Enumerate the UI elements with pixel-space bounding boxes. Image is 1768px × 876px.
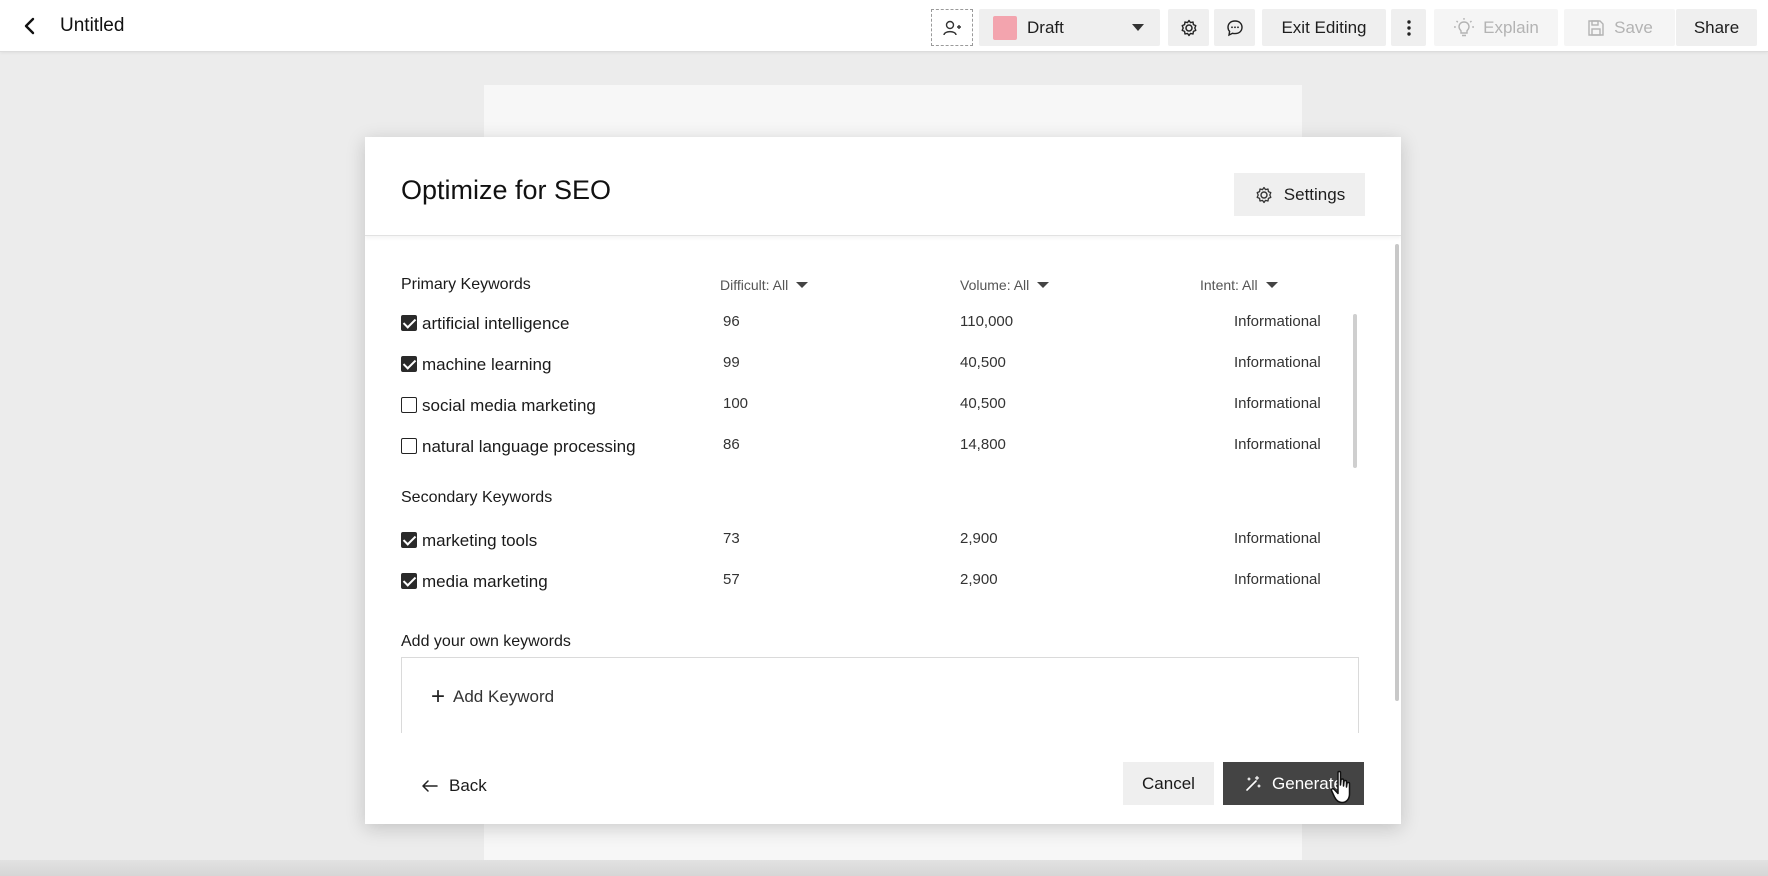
gear-icon <box>1256 186 1272 203</box>
volume-filter[interactable]: Volume: All <box>960 277 1050 293</box>
chevron-down-icon <box>1265 282 1278 288</box>
keyword-volume: 40,500 <box>960 354 1006 371</box>
add-collaborator-button[interactable] <box>931 9 973 46</box>
keyword-difficulty: 99 <box>723 354 740 371</box>
save-icon <box>1588 19 1604 36</box>
settings-gear-button[interactable] <box>1168 9 1209 46</box>
difficulty-filter[interactable]: Difficult: All <box>720 277 809 293</box>
chevron-down-icon <box>796 282 809 288</box>
exit-editing-button[interactable]: Exit Editing <box>1262 9 1386 46</box>
modal-title: Optimize for SEO <box>401 175 612 205</box>
modal-footer: Back Cancel Generate <box>365 733 1401 824</box>
keyword-intent: Informational <box>1234 395 1321 412</box>
keyword-row[interactable]: artificial intelligence 96 110,000 Infor… <box>401 309 1321 339</box>
keyword-intent: Informational <box>1234 530 1321 547</box>
secondary-keywords-heading: Secondary Keywords <box>401 489 553 506</box>
keyword-intent: Informational <box>1234 313 1321 330</box>
keyword-name: social media marketing <box>422 396 596 415</box>
lightbulb-icon <box>1454 17 1475 36</box>
share-label: Share <box>1693 17 1740 37</box>
keyword-row[interactable]: social media marketing 100 40,500 Inform… <box>401 391 1321 421</box>
arrow-left-icon <box>422 780 438 792</box>
keyword-difficulty: 96 <box>723 313 740 330</box>
keyword-intent: Informational <box>1234 436 1321 453</box>
keyword-volume: 110,000 <box>960 313 1014 330</box>
keyword-name: media marketing <box>422 572 548 591</box>
gear-icon <box>1181 19 1196 36</box>
more-vertical-icon <box>1406 19 1411 36</box>
primary-keywords-heading: Primary Keywords <box>401 276 531 293</box>
keyword-row[interactable]: natural language processing 86 14,800 In… <box>401 432 1321 462</box>
keywords-scrollbar[interactable] <box>1353 314 1357 468</box>
intent-filter[interactable]: Intent: All <box>1200 277 1278 293</box>
keyword-checkbox[interactable] <box>401 356 417 372</box>
explain-button[interactable]: Explain <box>1434 9 1558 46</box>
seo-settings-button[interactable]: Settings <box>1234 173 1365 216</box>
intent-filter-label: Intent: All <box>1200 277 1258 293</box>
own-keywords-heading: Add your own keywords <box>401 633 571 650</box>
plus-icon: + <box>431 683 446 710</box>
comment-icon <box>1226 19 1243 36</box>
settings-label: Settings <box>1283 184 1346 204</box>
keyword-checkbox[interactable] <box>401 397 417 413</box>
exit-editing-label: Exit Editing <box>1281 17 1367 37</box>
modal-scrollbar[interactable] <box>1395 244 1399 701</box>
status-label: Draft <box>1027 17 1064 37</box>
keyword-difficulty: 86 <box>723 436 740 453</box>
keyword-volume: 2,900 <box>960 571 998 588</box>
keyword-checkbox[interactable] <box>401 532 417 548</box>
hand-pointer-cursor-icon <box>1330 770 1351 804</box>
seo-modal: Optimize for SEO Settings Primary Keywor… <box>365 137 1401 824</box>
own-keywords-box: + Add Keyword <box>401 657 1359 737</box>
status-color-swatch <box>993 15 1017 40</box>
magic-wand-icon <box>1246 775 1261 791</box>
save-button[interactable]: Save <box>1564 9 1675 46</box>
back-label: Back <box>449 776 487 795</box>
top-bar: Untitled Draft Exit Editing Explain Save… <box>0 0 1768 52</box>
keyword-row[interactable]: machine learning 99 40,500 Informational <box>401 350 1321 380</box>
document-title: Untitled <box>60 15 125 36</box>
keyword-checkbox[interactable] <box>401 438 417 454</box>
add-user-icon <box>943 20 961 35</box>
difficulty-filter-label: Difficult: All <box>720 277 789 293</box>
chevron-down-icon <box>1132 24 1144 31</box>
volume-filter-label: Volume: All <box>960 277 1030 293</box>
page-bottom-edge <box>0 860 1768 876</box>
save-label: Save <box>1614 17 1653 37</box>
keyword-name: machine learning <box>422 355 552 374</box>
keyword-name: marketing tools <box>422 531 538 550</box>
keyword-intent: Informational <box>1234 354 1321 371</box>
keyword-volume: 2,900 <box>960 530 998 547</box>
modal-header: Optimize for SEO Settings <box>365 137 1401 236</box>
add-keyword-label: Add Keyword <box>453 687 555 706</box>
keyword-volume: 14,800 <box>960 436 1006 453</box>
share-button[interactable]: Share <box>1676 9 1757 46</box>
back-chevron-icon[interactable] <box>18 14 42 38</box>
status-select[interactable]: Draft <box>979 9 1160 46</box>
keyword-volume: 40,500 <box>960 395 1006 412</box>
back-button[interactable]: Back <box>421 776 487 796</box>
comments-button[interactable] <box>1214 9 1255 46</box>
keyword-difficulty: 100 <box>723 395 749 412</box>
keyword-difficulty: 57 <box>723 571 740 588</box>
keyword-row[interactable]: media marketing 57 2,900 Informational <box>401 567 1321 597</box>
keyword-difficulty: 73 <box>723 530 740 547</box>
keyword-checkbox[interactable] <box>401 573 417 589</box>
keyword-checkbox[interactable] <box>401 315 417 331</box>
keyword-name: artificial intelligence <box>422 314 570 333</box>
cancel-button[interactable]: Cancel <box>1123 762 1214 805</box>
keyword-name: natural language processing <box>422 437 636 456</box>
chevron-down-icon <box>1037 282 1050 288</box>
add-keyword-button[interactable]: + Add Keyword <box>431 683 555 710</box>
keyword-row[interactable]: marketing tools 73 2,900 Informational <box>401 526 1321 556</box>
more-options-button[interactable] <box>1391 9 1426 46</box>
cancel-label: Cancel <box>1142 773 1195 793</box>
keyword-intent: Informational <box>1234 571 1321 588</box>
explain-label: Explain <box>1483 17 1539 37</box>
